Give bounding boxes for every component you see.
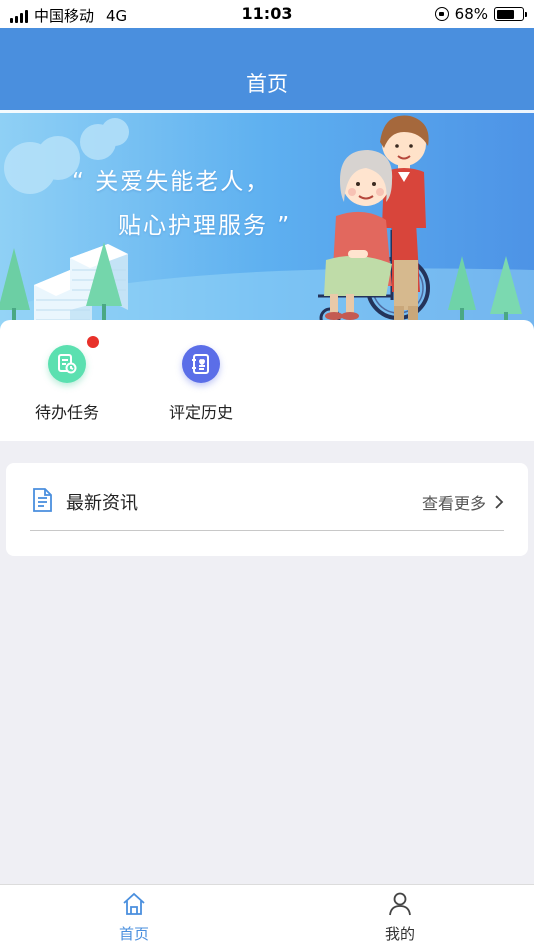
shortcut-todo-tasks[interactable]: 待办任务 [12, 336, 122, 423]
shortcut-assessment-history[interactable]: 评定历史 [146, 345, 256, 423]
user-icon [389, 892, 411, 916]
news-document-icon [30, 487, 54, 517]
banner[interactable]: “ 关爱失能老人， 贴心护理服务 ” [0, 110, 534, 332]
navigation-bar: 首页 [0, 28, 534, 110]
banner-slogan-line2: 贴心护理服务 ” [118, 213, 292, 239]
battery-percent: 68% [454, 5, 488, 23]
tab-label: 首页 [118, 925, 149, 943]
orientation-lock-icon [434, 7, 449, 21]
divider [30, 530, 504, 531]
view-more-label: 查看更多 [421, 494, 486, 513]
battery-icon [494, 7, 527, 21]
shortcut-panel: 待办任务 评定历史 [0, 320, 534, 441]
tab-label: 我的 [384, 925, 415, 943]
home-icon [123, 892, 145, 915]
shortcut-label: 评定历史 [168, 403, 233, 422]
battery-fill [496, 9, 514, 19]
page-title: 首页 [246, 72, 288, 96]
chevron-right-icon [495, 495, 504, 509]
notification-badge [87, 336, 99, 348]
banner-slogan-line1: “ 关爱失能老人， [72, 169, 271, 195]
news-card: 最新资讯 查看更多 [6, 463, 528, 556]
news-section-title: 最新资讯 [66, 493, 138, 514]
view-more-link[interactable]: 查看更多 [422, 490, 504, 514]
tab-home[interactable]: 首页 [74, 891, 194, 944]
assessment-history-icon [182, 345, 220, 383]
status-bar: 中国移动 4G 11:03 68% [0, 0, 534, 28]
todo-task-icon [48, 336, 99, 383]
tab-bar: 首页 我的 [0, 884, 534, 950]
tab-mine[interactable]: 我的 [340, 891, 460, 944]
shortcut-label: 待办任务 [34, 403, 99, 422]
